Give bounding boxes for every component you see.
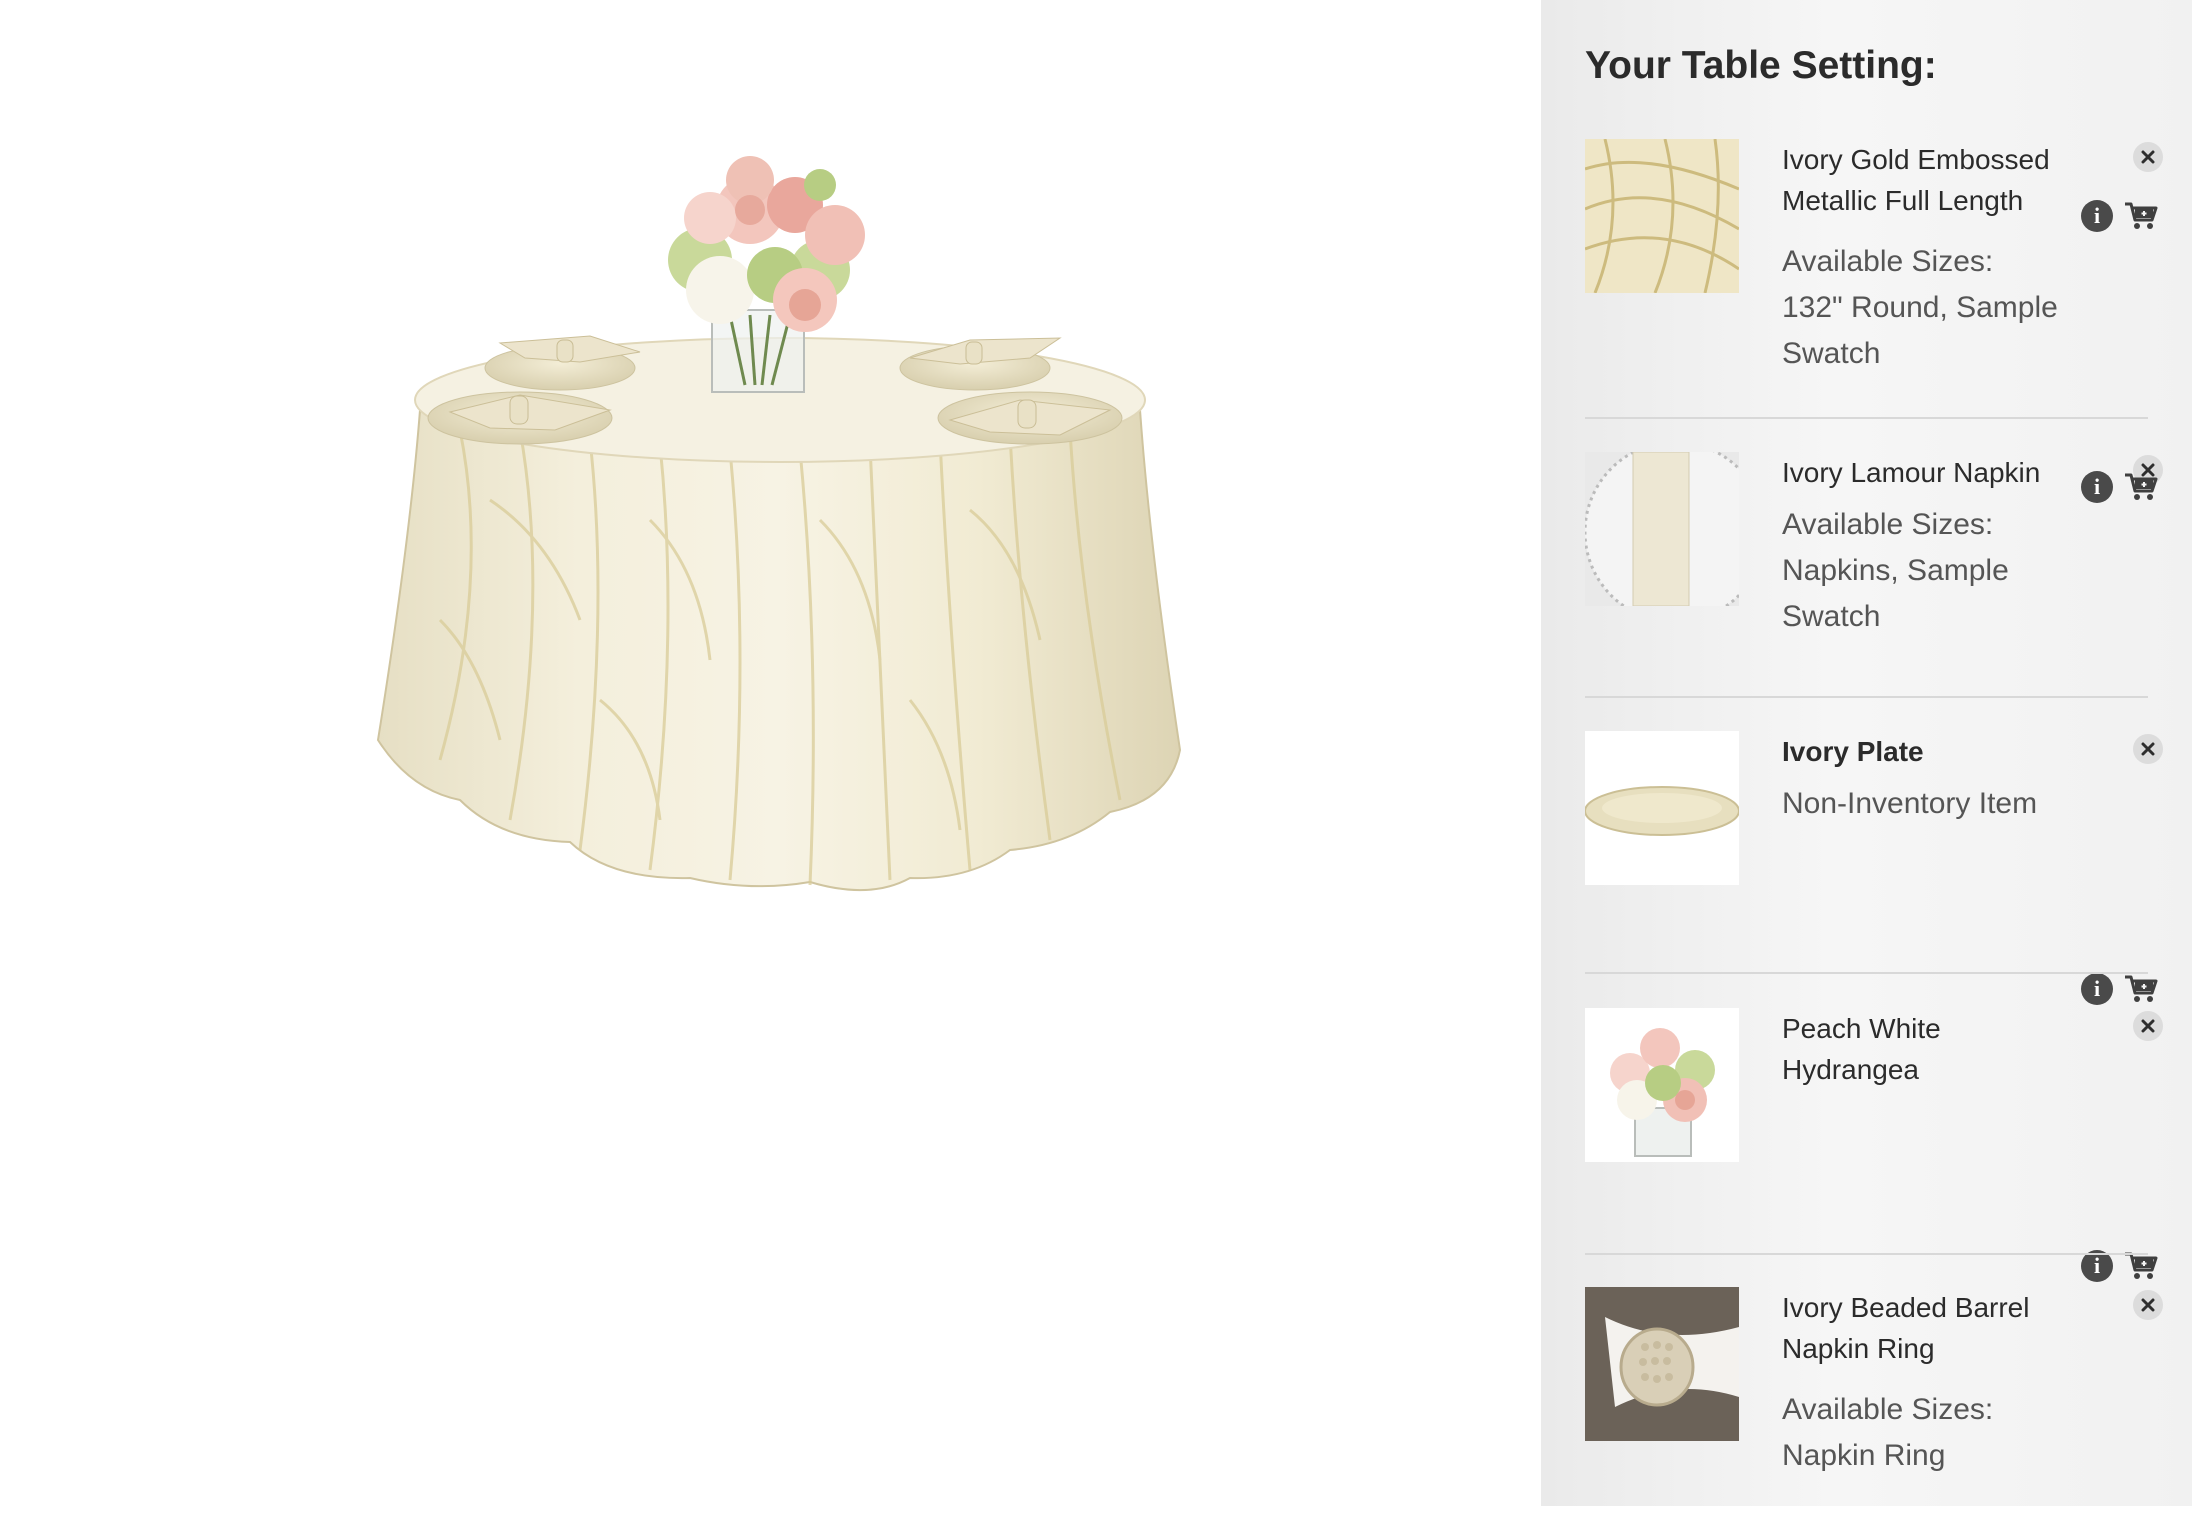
tablecloth-swatch-image[interactable] [1585, 139, 1739, 293]
plate-image[interactable] [1585, 731, 1739, 885]
table-setting-illustration [376, 156, 1182, 892]
setting-item: Ivory Plate Non-Inventory Item [1585, 731, 2163, 971]
panel-title: Your Table Setting: [1585, 44, 1937, 87]
setting-item: Ivory Beaded Barrel Napkin Ring Available… [1585, 1250, 2163, 1527]
item-meta-label: Non-Inventory Item [1782, 787, 2038, 820]
item-name[interactable]: Peach White Hydrangea [1782, 1008, 2082, 1090]
setting-item: Ivory Gold Embossed Metallic Full Length… [1585, 139, 2163, 379]
close-icon [2141, 1298, 2155, 1312]
table-preview-canvas [0, 0, 1541, 1506]
table-setting-panel: Your Table Setting: Ivory Gold Embossed … [1541, 0, 2192, 1506]
item-meta-label: Available Sizes: [1782, 508, 1994, 541]
item-divider [1585, 1253, 2148, 1255]
remove-item-button[interactable] [2133, 1011, 2163, 1041]
item-name[interactable]: Ivory Lamour Napkin [1782, 452, 2082, 493]
item-name[interactable]: Ivory Gold Embossed Metallic Full Length [1782, 139, 2082, 221]
info-icon[interactable]: i [2081, 471, 2113, 503]
napkin-image[interactable] [1585, 452, 1739, 606]
item-meta-value: Napkin Ring [1782, 1439, 1946, 1472]
add-to-cart-icon[interactable] [2124, 472, 2158, 502]
item-meta-label: Available Sizes: [1782, 1393, 1994, 1426]
item-divider [1585, 972, 2148, 974]
info-icon[interactable]: i [2081, 200, 2113, 232]
add-to-cart-icon[interactable] [2124, 201, 2158, 231]
close-icon [2141, 150, 2155, 164]
info-icon[interactable]: i [2081, 973, 2113, 1005]
close-icon [2141, 742, 2155, 756]
item-meta-value: 132" Round, Sample Swatch [1782, 291, 2058, 370]
item-divider [1585, 417, 2148, 419]
place-setting-front-right [937, 391, 1123, 445]
item-divider [1585, 696, 2148, 698]
remove-item-button[interactable] [2133, 142, 2163, 172]
remove-item-button[interactable] [2133, 734, 2163, 764]
add-to-cart-icon[interactable] [2124, 974, 2158, 1004]
setting-item: Ivory Lamour Napkin Available Sizes: Napki… [1585, 452, 2163, 692]
napkin-ring-image[interactable] [1585, 1287, 1739, 1441]
add-to-cart-icon[interactable] [2124, 1251, 2158, 1281]
place-setting-front-left [427, 391, 613, 445]
setting-item: Peach White Hydrangea i [1585, 973, 2163, 1248]
item-name[interactable]: Ivory Plate [1782, 731, 2082, 772]
centerpiece-image[interactable] [1585, 1008, 1739, 1162]
item-meta-value: Napkins, Sample Swatch [1782, 554, 2009, 633]
place-setting-back-left [484, 335, 641, 391]
centerpiece-flowers [668, 156, 865, 332]
remove-item-button[interactable] [2133, 1290, 2163, 1320]
close-icon [2141, 1019, 2155, 1033]
item-name[interactable]: Ivory Beaded Barrel Napkin Ring [1782, 1287, 2082, 1369]
item-meta-label: Available Sizes: [1782, 245, 1994, 278]
tablecloth-drape [376, 409, 1182, 892]
